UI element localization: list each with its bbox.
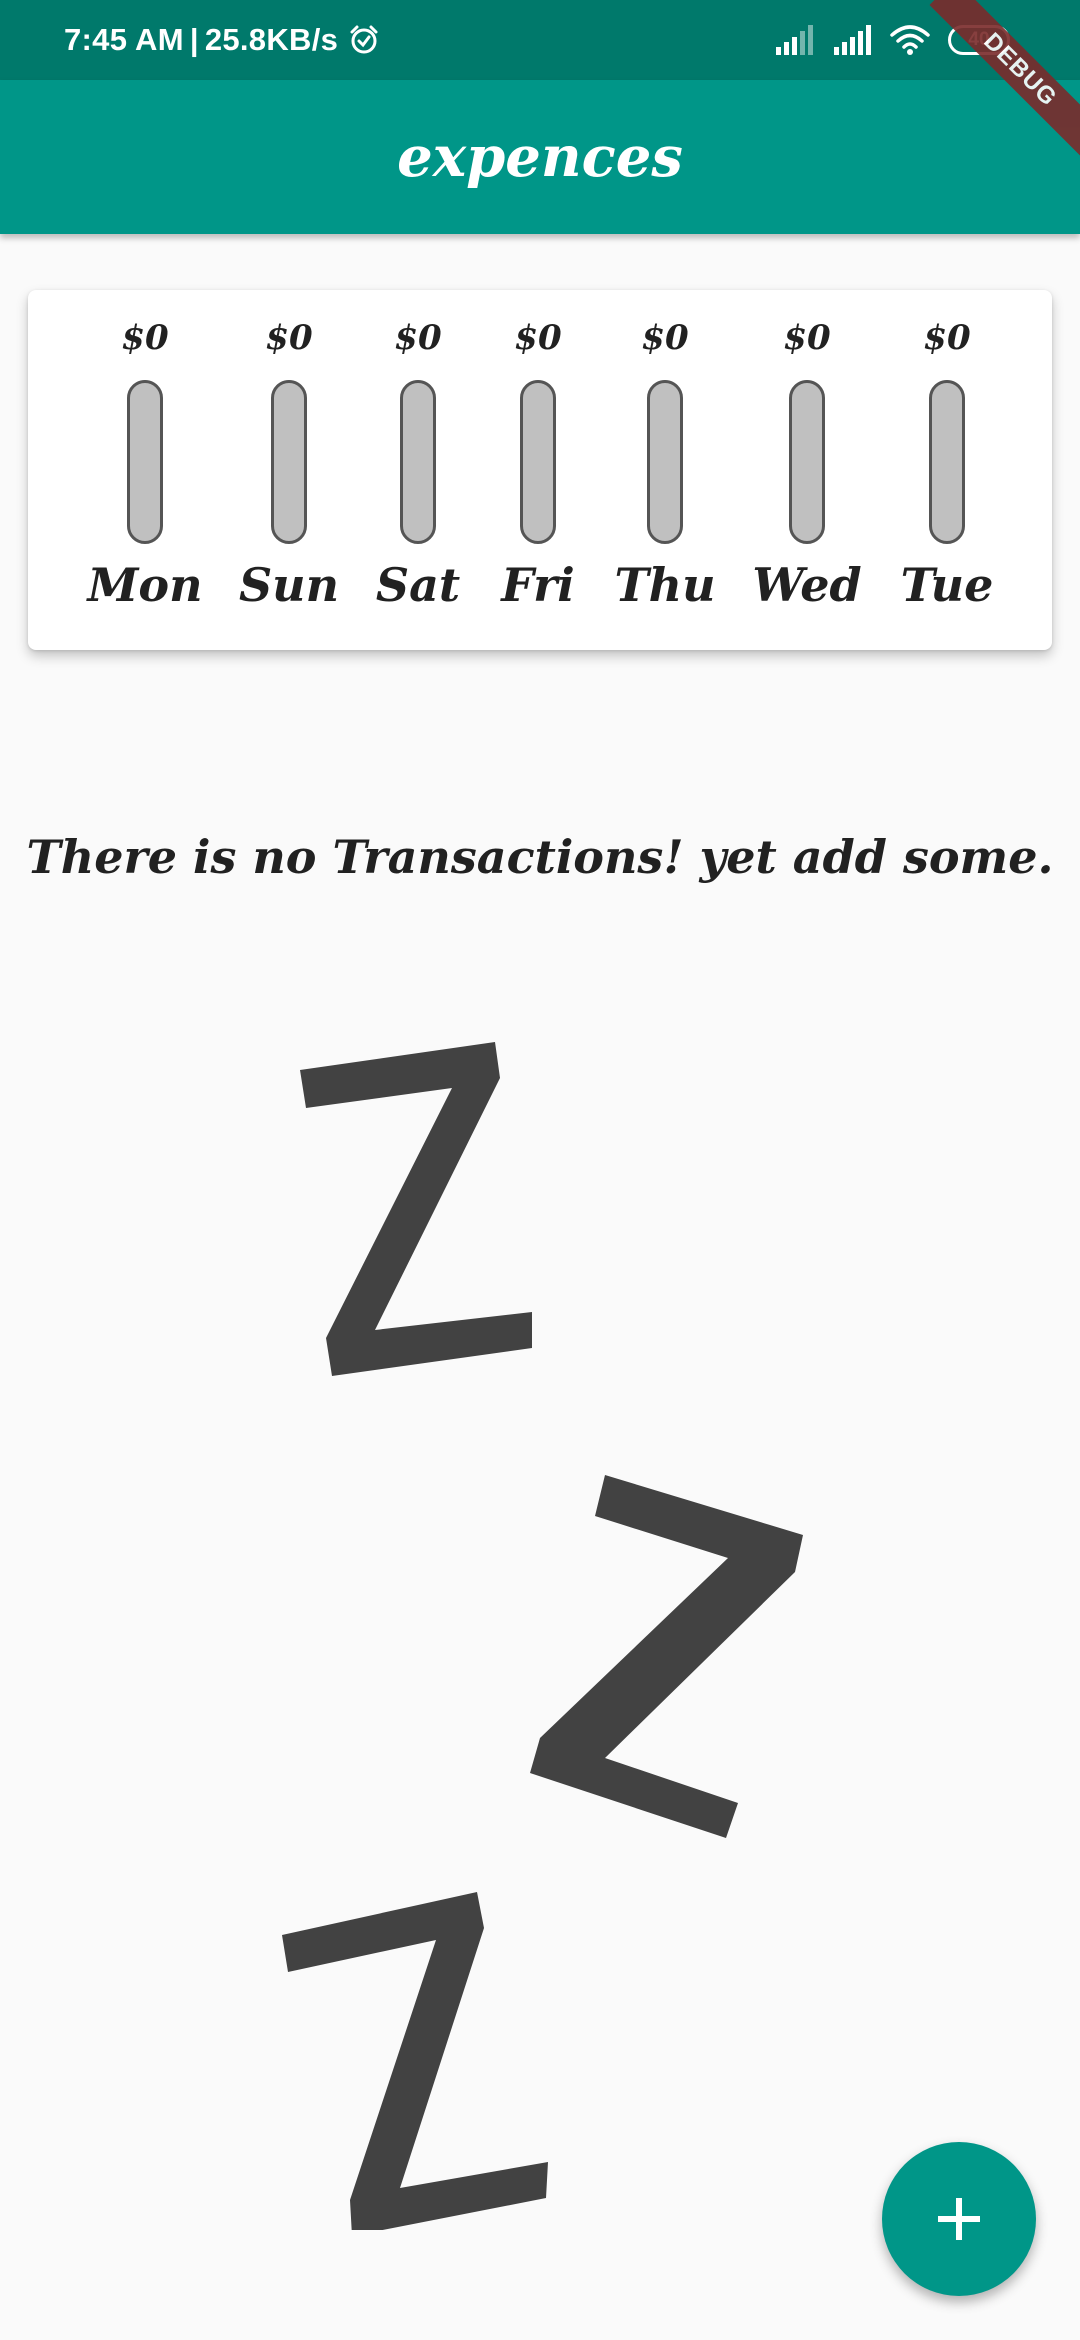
wifi-icon <box>890 25 930 55</box>
bar-day-label: Fri <box>501 558 575 612</box>
bar-amount-label: $0 <box>121 318 169 358</box>
sleeping-zzz-illustration <box>270 1030 830 2236</box>
chart-bar-sun: $0 Sun <box>219 290 359 650</box>
plus-icon <box>934 2194 984 2244</box>
bar-day-label: Tue <box>900 558 994 612</box>
chart-bar-tue: $0 Tue <box>877 290 1017 650</box>
status-separator: | <box>189 22 199 57</box>
status-time: 7:45 AM <box>64 22 184 57</box>
chart-bar-wed: $0 Wed <box>737 290 877 650</box>
bar-day-label: Sun <box>238 558 340 612</box>
bar-amount-label: $0 <box>514 318 562 358</box>
app-bar: expences <box>0 80 1080 234</box>
bar-track <box>520 380 556 544</box>
chart-bar-thu: $0 Thu <box>595 290 735 650</box>
bar-track <box>647 380 683 544</box>
chart-bar-mon: $0 Mon <box>75 290 215 650</box>
bar-track <box>271 380 307 544</box>
add-transaction-button[interactable] <box>882 2142 1036 2296</box>
bar-track <box>789 380 825 544</box>
bar-amount-label: $0 <box>783 318 831 358</box>
bar-amount-label: $0 <box>923 318 971 358</box>
z-letter-top <box>300 1042 532 1376</box>
status-bar: 7:45 AM | 25.8KB/s <box>0 0 1080 80</box>
bar-track <box>929 380 965 544</box>
weekly-chart-card: $0 Mon $0 Sun $0 Sat $0 Fri $0 Thu $0 Wed $0 Tue <box>28 290 1052 650</box>
bar-day-label: Wed <box>752 558 862 612</box>
chart-bar-sat: $0 Sat <box>348 290 488 650</box>
bar-day-label: Thu <box>614 558 716 612</box>
signal-2-icon <box>832 25 872 55</box>
chart-bar-fri: $0 Fri <box>468 290 608 650</box>
status-left: 7:45 AM | 25.8KB/s <box>64 0 380 80</box>
bar-day-label: Mon <box>87 558 203 612</box>
z-letter-middle <box>530 1475 803 1838</box>
z-letter-bottom <box>282 1892 548 2236</box>
bar-day-label: Sat <box>375 558 461 612</box>
app-title: expences <box>397 124 683 190</box>
status-network-speed: 25.8KB/s <box>204 22 339 57</box>
bar-track <box>127 380 163 544</box>
alarm-icon <box>348 24 380 56</box>
bar-amount-label: $0 <box>641 318 689 358</box>
bar-track <box>400 380 436 544</box>
bar-amount-label: $0 <box>265 318 313 358</box>
bar-amount-label: $0 <box>394 318 442 358</box>
empty-state-message: There is no Transactions! yet add some. <box>26 830 1054 884</box>
signal-1-icon <box>774 25 814 55</box>
